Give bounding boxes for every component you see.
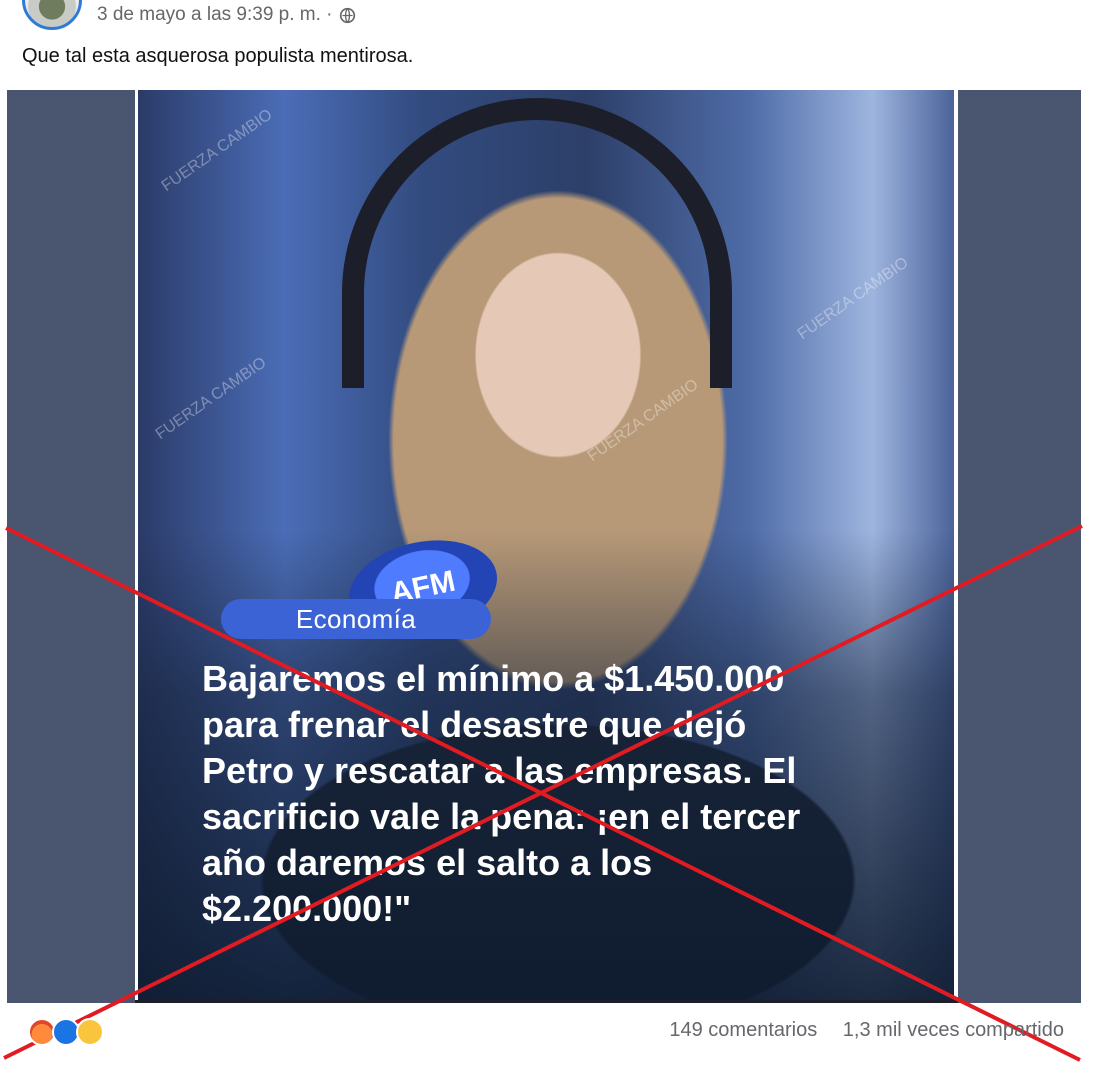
shared-image[interactable]: FUERZA CAMBIO FUERZA CAMBIO FUERZA CAMBI…: [135, 90, 958, 1003]
shares-count[interactable]: 1,3 mil veces compartido: [843, 1019, 1064, 1041]
reaction-summary[interactable]: [28, 1018, 114, 1048]
post-media[interactable]: FUERZA CAMBIO FUERZA CAMBIO FUERZA CAMBI…: [7, 90, 1081, 1003]
globe-icon[interactable]: [339, 7, 356, 24]
engagement-stats: 149 comentarios 1,3 mil veces compartido: [669, 1019, 1064, 1042]
watermark: FUERZA CAMBIO: [152, 354, 270, 444]
post-timestamp[interactable]: 3 de mayo a las 9:39 p. m. ·: [97, 4, 333, 26]
profile-avatar[interactable]: [22, 0, 82, 30]
watermark: FUERZA CAMBIO: [158, 106, 276, 196]
post-header: 3 de mayo a las 9:39 p. m. ·: [0, 0, 1100, 40]
comments-count[interactable]: 149 comentarios: [669, 1019, 817, 1041]
post-caption: Que tal esta asquerosa populista mentiro…: [22, 45, 414, 67]
photo-background: FUERZA CAMBIO FUERZA CAMBIO FUERZA CAMBI…: [138, 90, 954, 1000]
watermark: FUERZA CAMBIO: [584, 376, 702, 466]
haha-reaction-icon[interactable]: [76, 1018, 104, 1046]
image-bottom-border: [135, 1000, 958, 1003]
headphones-shape: [342, 98, 732, 388]
image-quote: Bajaremos el mínimo a $1.450.000 para fr…: [202, 658, 801, 929]
category-badge: Economía: [221, 599, 491, 639]
watermark: FUERZA CAMBIO: [794, 254, 912, 344]
post-meta: 3 de mayo a las 9:39 p. m. ·: [97, 3, 356, 27]
